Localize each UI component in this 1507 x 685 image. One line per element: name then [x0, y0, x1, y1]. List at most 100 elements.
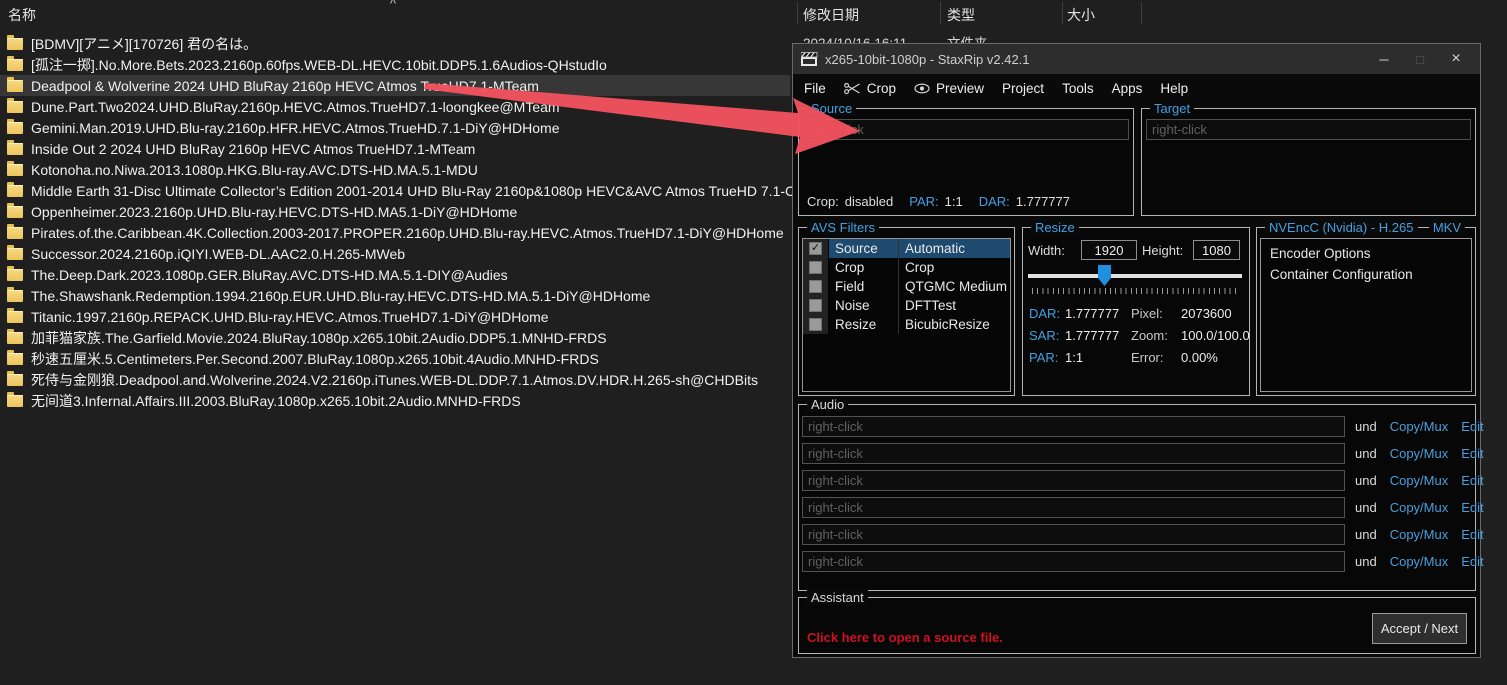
avs-filter-row[interactable]: ✓ Resize BicubicResize [803, 315, 1010, 334]
encoder-option-item[interactable]: Encoder Options [1261, 243, 1471, 264]
copy-mux-link[interactable]: Copy/Mux [1390, 446, 1449, 461]
source-input[interactable] [803, 119, 1129, 140]
column-divider[interactable] [1062, 2, 1063, 24]
filter-checkbox[interactable]: ✓ [809, 261, 822, 274]
column-divider[interactable] [940, 2, 941, 24]
column-header-size[interactable]: 大小 [1067, 5, 1095, 25]
filter-checkbox[interactable]: ✓ [809, 299, 822, 312]
file-name: Oppenheimer.2023.2160p.UHD.Blu-ray.HEVC.… [31, 204, 517, 220]
audio-language[interactable]: und [1355, 473, 1377, 488]
edit-link[interactable]: Edit [1461, 446, 1483, 461]
edit-link[interactable]: Edit [1461, 527, 1483, 542]
avs-filters-group-title[interactable]: AVS Filters [807, 220, 879, 235]
copy-mux-link[interactable]: Copy/Mux [1390, 527, 1449, 542]
filter-checkbox[interactable]: ✓ [809, 318, 822, 331]
audio-track-input[interactable] [802, 416, 1345, 437]
scissors-icon [844, 82, 861, 95]
menu-item[interactable]: Crop [835, 76, 905, 100]
column-header-modified[interactable]: 修改日期 [803, 5, 859, 25]
file-row[interactable]: 死侍与金刚狼.Deadpool.and.Wolverine.2024.V2.21… [0, 369, 790, 390]
edit-link[interactable]: Edit [1461, 500, 1483, 515]
file-row[interactable]: 无间道3.Infernal.Affairs.III.2003.BluRay.10… [0, 390, 790, 411]
window-title: x265-10bit-1080p - StaxRip v2.42.1 [825, 52, 1366, 67]
open-source-link[interactable]: Click here to open a source file. [807, 630, 1003, 645]
menu-item[interactable]: Project [993, 76, 1053, 100]
file-row[interactable]: Kotonoha.no.Niwa.2013.1080p.HKG.Blu-ray.… [0, 159, 790, 180]
stat-label[interactable]: PAR: [1029, 350, 1065, 365]
minimize-button[interactable]: ─ [1366, 45, 1402, 73]
avs-filter-row[interactable]: ✓ Noise DFTTest [803, 296, 1010, 315]
file-row[interactable]: Oppenheimer.2023.2160p.UHD.Blu-ray.HEVC.… [0, 201, 790, 222]
menu-bar: File Crop [793, 74, 1480, 102]
column-divider[interactable] [1141, 2, 1142, 24]
avs-filter-row[interactable]: ✓ Field QTGMC Medium [803, 277, 1010, 296]
file-row[interactable]: Dune.Part.Two2024.UHD.BluRay.2160p.HEVC.… [0, 96, 790, 117]
filter-checkbox[interactable]: ✓ [809, 280, 822, 293]
audio-language[interactable]: und [1355, 527, 1377, 542]
column-header-type[interactable]: 类型 [947, 5, 975, 25]
encoder-group-title[interactable]: NVEncC (Nvidia) - H.265 [1265, 220, 1418, 235]
audio-track-input[interactable] [802, 551, 1345, 572]
file-row[interactable]: Deadpool & Wolverine 2024 UHD BluRay 216… [0, 75, 790, 96]
file-row[interactable]: [孤注一掷].No.More.Bets.2023.2160p.60fps.WEB… [0, 54, 790, 75]
height-input[interactable] [1193, 240, 1240, 260]
menu-item[interactable]: File [795, 76, 835, 100]
edit-link[interactable]: Edit [1461, 419, 1483, 434]
filter-value: QTGMC Medium [899, 277, 1010, 296]
audio-track-input[interactable] [802, 443, 1345, 464]
maximize-button[interactable]: □ [1402, 45, 1438, 73]
audio-language[interactable]: und [1355, 500, 1377, 515]
column-divider[interactable] [797, 2, 798, 24]
file-row[interactable]: 秒速五厘米.5.Centimeters.Per.Second.2007.BluR… [0, 348, 790, 369]
audio-track-row: und Copy/Mux Edit [802, 413, 1472, 440]
stat-label[interactable]: DAR: [1029, 306, 1065, 321]
filter-value: BicubicResize [899, 315, 1010, 334]
source-group-title[interactable]: Source [807, 101, 856, 116]
copy-mux-link[interactable]: Copy/Mux [1390, 419, 1449, 434]
filter-checkbox[interactable]: ✓ [809, 242, 822, 255]
audio-group-title: Audio [807, 397, 848, 412]
edit-link[interactable]: Edit [1461, 554, 1483, 569]
copy-mux-link[interactable]: Copy/Mux [1390, 554, 1449, 569]
audio-track-input[interactable] [802, 524, 1345, 545]
copy-mux-link[interactable]: Copy/Mux [1390, 500, 1449, 515]
file-row[interactable]: Gemini.Man.2019.UHD.Blu-ray.2160p.HFR.HE… [0, 117, 790, 138]
dar-label[interactable]: DAR: [979, 194, 1010, 209]
width-input[interactable] [1081, 240, 1137, 260]
file-row[interactable]: 加菲猫家族.The.Garfield.Movie.2024.BluRay.108… [0, 327, 790, 348]
accept-next-button[interactable]: Accept / Next [1372, 613, 1467, 644]
audio-language[interactable]: und [1355, 446, 1377, 461]
menu-item[interactable]: Apps [1103, 76, 1152, 100]
file-row[interactable]: [BDMV][アニメ][170726] 君の名は。 [0, 33, 790, 54]
menu-item[interactable]: Tools [1053, 76, 1103, 100]
audio-language[interactable]: und [1355, 554, 1377, 569]
avs-filter-row[interactable]: ✓ Crop Crop [803, 258, 1010, 277]
target-group-title[interactable]: Target [1150, 101, 1194, 116]
edit-link[interactable]: Edit [1461, 473, 1483, 488]
container-format-label[interactable]: MKV [1429, 220, 1465, 235]
par-label[interactable]: PAR: [909, 194, 938, 209]
file-row[interactable]: The.Shawshank.Redemption.1994.2160p.EUR.… [0, 285, 790, 306]
file-row[interactable]: Successor.2024.2160p.iQIYI.WEB-DL.AAC2.0… [0, 243, 790, 264]
avs-filter-row[interactable]: ✓ Source Automatic [803, 239, 1010, 258]
audio-track-input[interactable] [802, 470, 1345, 491]
resize-group-title[interactable]: Resize [1031, 220, 1079, 235]
file-row[interactable]: The.Deep.Dark.2023.1080p.GER.BluRay.AVC.… [0, 264, 790, 285]
stat-label[interactable]: SAR: [1029, 328, 1065, 343]
copy-mux-link[interactable]: Copy/Mux [1390, 473, 1449, 488]
file-row[interactable]: Middle Earth 31-Disc Ultimate Collector’… [0, 180, 790, 201]
menu-item[interactable]: Help [1151, 76, 1197, 100]
menu-item[interactable]: Preview [905, 76, 993, 100]
audio-track-input[interactable] [802, 497, 1345, 518]
encoder-option-item[interactable]: Container Configuration [1261, 264, 1471, 285]
audio-language[interactable]: und [1355, 419, 1377, 434]
file-row[interactable]: Pirates.of.the.Caribbean.4K.Collection.2… [0, 222, 790, 243]
file-row[interactable]: Titanic.1997.2160p.REPACK.UHD.Blu-ray.HE… [0, 306, 790, 327]
file-name: Dune.Part.Two2024.UHD.BluRay.2160p.HEVC.… [31, 99, 560, 115]
close-button[interactable]: × [1438, 45, 1474, 73]
column-header-name[interactable]: 名称 [8, 5, 36, 25]
file-row[interactable]: Inside Out 2 2024 UHD BluRay 2160p HEVC … [0, 138, 790, 159]
resize-slider-track[interactable] [1028, 274, 1242, 278]
target-input[interactable] [1146, 119, 1471, 140]
resize-slider-thumb[interactable] [1098, 265, 1111, 286]
